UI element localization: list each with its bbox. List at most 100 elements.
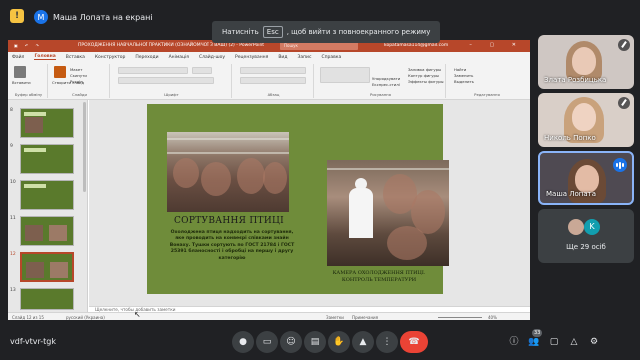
font-format-buttons[interactable] bbox=[118, 77, 214, 84]
tab-home[interactable]: Головна bbox=[34, 54, 56, 60]
language-indicator[interactable]: русский (Украина) bbox=[66, 315, 105, 320]
host-controls-icon[interactable]: ⚙ bbox=[586, 334, 602, 350]
tab-slideshow[interactable]: Слайд-шоу bbox=[199, 55, 225, 60]
align-buttons[interactable] bbox=[240, 77, 306, 84]
participant-tile[interactable]: Злата Розбицька bbox=[538, 35, 634, 89]
group-font: Шрифт bbox=[112, 64, 232, 98]
ribbon: Вставити Буфер обміну Створити слайд Мак… bbox=[8, 62, 530, 100]
thumb-number: 9 bbox=[10, 144, 13, 149]
shape-effects-button[interactable]: Эффекты фигуры bbox=[408, 79, 444, 84]
paste-icon[interactable] bbox=[14, 66, 26, 78]
slide-thumbnail-selected[interactable] bbox=[20, 252, 74, 282]
present-icon[interactable]: ▲ bbox=[352, 331, 374, 353]
slide-caption: КАМЕРА ОХОЛОДЖЕННЯ ПТИЦІ. КОНТРОЛЬ ТЕМПЕ… bbox=[332, 270, 426, 283]
thumb-title bbox=[24, 112, 46, 116]
slide-thumbnail[interactable] bbox=[20, 180, 74, 210]
thumb-number: 11 bbox=[10, 216, 16, 221]
group-slides: Створити слайд Макет Скинути Розділ Слай… bbox=[50, 64, 110, 98]
group-clipboard: Вставити Буфер обміну bbox=[10, 64, 48, 98]
tab-transitions[interactable]: Переходи bbox=[135, 55, 158, 60]
zoom-level[interactable]: 40% bbox=[488, 315, 497, 320]
section-button[interactable]: Розділ bbox=[70, 79, 83, 84]
speaking-indicator-icon bbox=[613, 158, 627, 172]
thumb-image bbox=[25, 225, 43, 241]
mic-icon[interactable]: ● bbox=[232, 331, 254, 353]
participant-avatar: K bbox=[584, 219, 600, 235]
thumb-image bbox=[50, 262, 68, 278]
participant-face bbox=[575, 165, 599, 193]
reset-button[interactable]: Скинути bbox=[70, 73, 87, 78]
slide-thumbnail[interactable] bbox=[20, 108, 74, 138]
tab-record[interactable]: Запис bbox=[297, 55, 311, 60]
slide[interactable]: СОРТУВАННЯ ПТИЦІ Охолоджена птиця надход… bbox=[147, 104, 449, 294]
font-size-select[interactable] bbox=[192, 67, 212, 74]
info-icon[interactable]: ⓘ bbox=[506, 334, 522, 350]
list-buttons[interactable] bbox=[240, 67, 306, 74]
thumbnails-scrollbar[interactable] bbox=[83, 102, 86, 192]
mouse-cursor-icon: ↖ bbox=[134, 310, 141, 319]
photo-cooling-chamber bbox=[327, 160, 449, 266]
thumb-title bbox=[24, 148, 46, 152]
emoji-icon[interactable]: ☺ bbox=[280, 331, 302, 353]
tab-insert[interactable]: Вставка bbox=[66, 55, 85, 60]
zoom-slider[interactable] bbox=[438, 316, 482, 318]
doc-title: ПРОХОДЖЕННЯ НАВЧАЛЬНОЇ ПРАКТИКИ (ОЗНАЙОМ… bbox=[78, 43, 265, 48]
activities-icon[interactable]: △ bbox=[566, 334, 582, 350]
more-options-icon[interactable]: ⋮ bbox=[376, 331, 398, 353]
ribbon-tabs: Файл Головна Вставка Конструктор Переход… bbox=[8, 52, 530, 62]
tab-review[interactable]: Рецензування bbox=[235, 55, 268, 60]
notes-button[interactable]: Заметки bbox=[326, 315, 344, 320]
slide-thumbnail[interactable] bbox=[20, 288, 74, 310]
shape-outline-button[interactable]: Контур фигуры bbox=[408, 73, 439, 78]
quick-styles-button[interactable]: Експрес-стилі bbox=[372, 82, 400, 87]
font-family-select[interactable] bbox=[118, 67, 188, 74]
new-slide-icon[interactable] bbox=[54, 66, 66, 78]
thumb-title bbox=[24, 184, 46, 188]
captions-icon[interactable]: ▤ bbox=[304, 331, 326, 353]
photo-carcasses bbox=[263, 162, 287, 194]
more-participants-tile[interactable]: K Ще 29 осіб bbox=[538, 209, 634, 263]
slides-label: Слайди bbox=[72, 92, 87, 97]
slide-thumbnail[interactable] bbox=[20, 144, 74, 174]
toast-text-after: , щоб вийти з повноекранного режиму bbox=[286, 28, 431, 36]
camera-icon[interactable]: ▭ bbox=[256, 331, 278, 353]
layout-button[interactable]: Макет bbox=[70, 67, 82, 72]
window-controls[interactable]: – ▢ ✕ bbox=[469, 42, 524, 48]
comments-button[interactable]: Примечания bbox=[352, 315, 378, 320]
photo-rail bbox=[327, 168, 449, 170]
end-call-icon[interactable]: ☎ bbox=[400, 331, 428, 353]
mic-off-icon bbox=[618, 97, 630, 109]
tab-view[interactable]: Вид bbox=[278, 55, 287, 60]
shape-fill-button[interactable]: Заливка фигуры bbox=[408, 67, 441, 72]
participant-face bbox=[572, 47, 596, 75]
replace-button[interactable]: Заменить bbox=[454, 73, 473, 78]
raise-hand-icon[interactable]: ✋ bbox=[328, 331, 350, 353]
presenter-avatar: M bbox=[34, 10, 48, 24]
group-paragraph: Абзац bbox=[234, 64, 314, 98]
slide-thumbnails-panel: 8 9 10 11 12 13 bbox=[8, 100, 88, 312]
arrange-button[interactable]: Упорядкувати bbox=[372, 76, 400, 81]
select-button[interactable]: Выделить bbox=[454, 79, 474, 84]
photo-worker bbox=[349, 178, 373, 238]
editing-label: Редагування bbox=[474, 92, 500, 97]
user-account[interactable]: kopatamasa114@gmail.com bbox=[384, 43, 448, 48]
participant-tile-active[interactable]: Маша Лопата bbox=[538, 151, 634, 205]
tab-animations[interactable]: Анімація bbox=[169, 55, 189, 60]
slide-thumbnail[interactable] bbox=[20, 216, 74, 246]
thumb-number: 13 bbox=[10, 288, 16, 293]
quick-access-toolbar[interactable]: ▣ ↶ ↷ bbox=[14, 43, 42, 48]
toast-text-before: Натисніть bbox=[222, 28, 259, 36]
participant-tile[interactable]: Николь Попко bbox=[538, 93, 634, 147]
warning-icon: ! bbox=[10, 9, 24, 23]
photo-carcasses bbox=[173, 158, 199, 188]
tab-design[interactable]: Конструктор bbox=[95, 55, 125, 60]
presenter-chip[interactable]: M Маша Лопата на екрані bbox=[34, 8, 153, 26]
find-button[interactable]: Найти bbox=[454, 67, 466, 72]
chat-icon[interactable]: ▢ bbox=[546, 334, 562, 350]
speaking-bar bbox=[616, 163, 618, 167]
search-box[interactable]: Пошук bbox=[280, 42, 358, 50]
shapes-gallery[interactable] bbox=[320, 67, 370, 83]
tab-file[interactable]: Файл bbox=[12, 55, 24, 60]
tab-help[interactable]: Справка bbox=[321, 55, 341, 60]
thumb-image bbox=[25, 117, 43, 133]
